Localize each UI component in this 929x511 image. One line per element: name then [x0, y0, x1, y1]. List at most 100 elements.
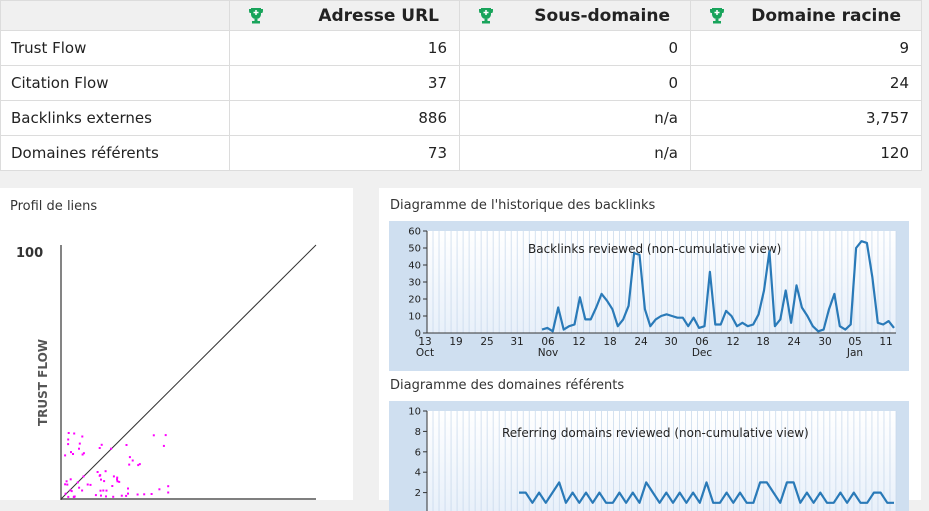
history-charts-panel: Diagramme de l'historique des backlinks … [379, 188, 921, 511]
profile-point [120, 494, 123, 497]
x-month-label: Dec [692, 347, 713, 359]
profile-point [100, 478, 102, 481]
x-tick-label: 30 [818, 336, 831, 348]
profile-point [152, 434, 155, 437]
header-root-domain-label: Domaine racine [751, 5, 901, 26]
profile-point [100, 443, 103, 446]
table-row: Domaines référents 73 n/a 120 [0, 135, 922, 171]
x-tick-label: 25 [480, 336, 493, 348]
cell-subdomain: 0 [459, 30, 691, 66]
x-tick-label: 30 [664, 336, 677, 348]
x-tick-label: 24 [787, 336, 801, 348]
profile-point [81, 435, 84, 438]
profile-point [64, 483, 67, 486]
profile-point [82, 475, 85, 478]
profile-point [70, 451, 72, 454]
x-tick-label: 18 [756, 336, 769, 348]
trophy-icon [249, 8, 263, 24]
profile-point [167, 485, 170, 488]
header-subdomain-label: Sous-domaine [534, 5, 670, 26]
profile-point [103, 480, 106, 483]
diagonal-line [60, 244, 317, 500]
y-tick-label: 6 [415, 447, 421, 458]
profile-point [100, 494, 102, 497]
header-url: Adresse URL [229, 0, 460, 31]
cell-root-domain: 3,757 [690, 100, 922, 136]
profile-point [64, 492, 67, 495]
profile-point [112, 495, 115, 498]
row-label: Citation Flow [0, 65, 230, 101]
referring-chart-title: Diagramme des domaines référents [390, 378, 625, 393]
profile-point [67, 438, 70, 441]
profile-point [116, 478, 118, 481]
metrics-header-row: Adresse URL Sous-domaine Domaine racine [0, 0, 922, 31]
profile-point [104, 470, 107, 473]
profile-point [81, 489, 84, 492]
profile-point [143, 493, 146, 496]
profile-point [167, 491, 170, 494]
y-max-label: 100 [16, 246, 43, 261]
profile-point [116, 476, 119, 479]
y-axis-label: TRUST FLOW [36, 339, 50, 426]
header-root-domain: Domaine racine [690, 0, 922, 31]
profile-point [73, 432, 76, 435]
header-empty-cell [0, 0, 230, 31]
profile-point [76, 481, 79, 484]
profile-point [94, 494, 97, 497]
backlinks-chart-title: Diagramme de l'historique des backlinks [390, 198, 656, 213]
profile-point [118, 480, 121, 483]
cell-url: 73 [229, 135, 460, 171]
x-tick-label: 11 [879, 336, 892, 348]
profile-point [110, 447, 113, 450]
x-tick-label: 31 [510, 336, 523, 348]
profile-point [131, 459, 134, 462]
referring-domains-chart: 2 4 6 8 10 Referring domains reviewed (non-cu… [389, 401, 909, 511]
x-tick-label: 12 [726, 336, 739, 348]
profile-point [64, 454, 67, 457]
profile-point [112, 475, 115, 478]
row-label: Backlinks externes [0, 100, 230, 136]
backlinks-history-chart: 0102030405060Backlinks reviewed (non-cum… [389, 221, 909, 371]
profile-point [78, 486, 81, 489]
profile-point [127, 487, 129, 490]
cell-subdomain: 0 [459, 65, 691, 101]
profile-point [105, 489, 108, 492]
profile-point [67, 432, 70, 434]
profile-point [72, 453, 74, 455]
x-month-label: Oct [416, 347, 434, 359]
table-row: Citation Flow 37 0 24 [0, 65, 922, 101]
y-tick-label: 40 [408, 261, 421, 272]
profile-point [137, 464, 140, 467]
profile-point [128, 463, 131, 466]
profile-point [164, 434, 167, 437]
profile-point [70, 490, 73, 493]
cell-root-domain: 9 [690, 30, 922, 66]
profile-point [158, 488, 161, 491]
profile-point [81, 453, 84, 456]
link-profile-points [64, 432, 170, 498]
x-tick-label: 19 [449, 336, 462, 348]
x-month-label: Nov [538, 347, 559, 359]
y-tick-label: 10 [408, 407, 421, 418]
profile-point [78, 442, 81, 445]
cell-url: 16 [229, 30, 460, 66]
chart-inner-title: Referring domains reviewed (non-cumulati… [502, 426, 809, 440]
chart-inner-title: Backlinks reviewed (non-cumulative view) [528, 242, 781, 256]
link-profile-panel: Profil de liens 100 TRUST FLOW [0, 188, 353, 500]
profile-point [136, 493, 139, 496]
table-row: Trust Flow 16 0 9 [0, 30, 922, 66]
link-profile-chart: 100 TRUST FLOW [16, 244, 317, 500]
profile-point [127, 492, 129, 495]
profile-point [86, 483, 89, 486]
profile-point [102, 489, 105, 492]
profile-point [65, 480, 68, 483]
y-tick-label: 50 [408, 244, 421, 255]
profile-point [78, 447, 80, 450]
profile-point [98, 447, 101, 449]
profile-point [96, 471, 99, 473]
profile-point [66, 483, 69, 486]
x-tick-label: 24 [634, 336, 648, 348]
cell-root-domain: 24 [690, 65, 922, 101]
cell-subdomain: n/a [459, 100, 691, 136]
x-tick-label: 18 [603, 336, 616, 348]
